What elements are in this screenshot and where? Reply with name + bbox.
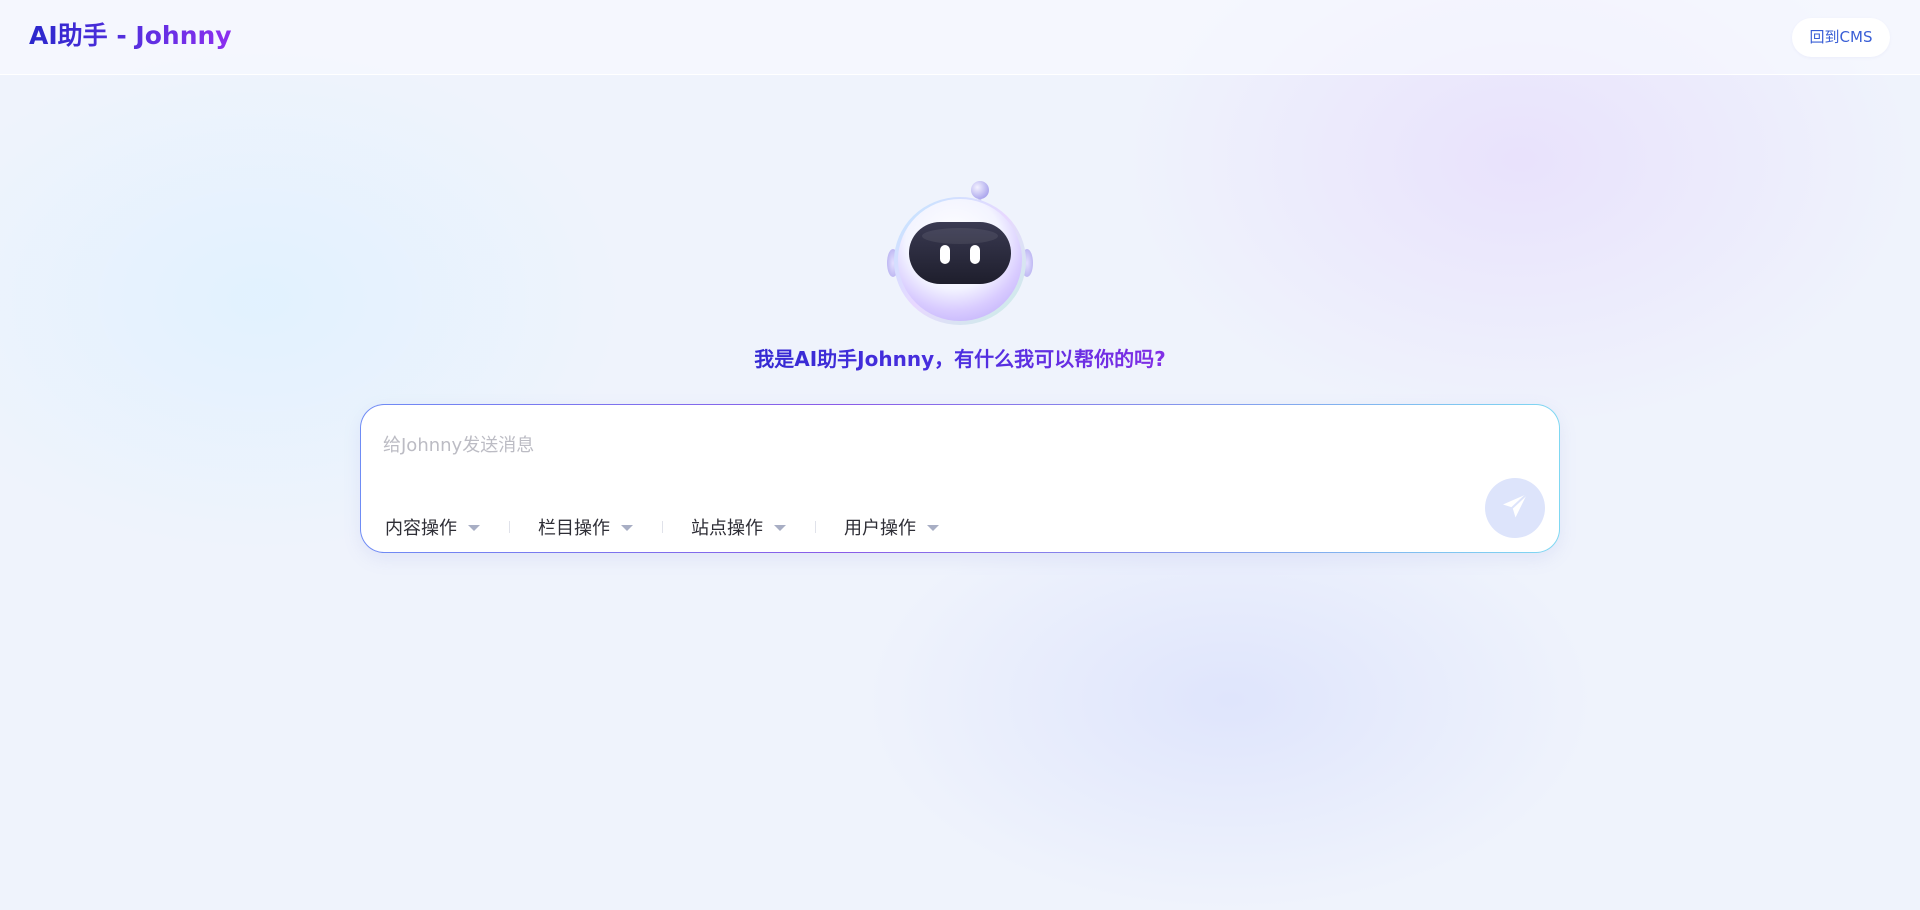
top-header: AI助手 - Johnny 回到CMS — [0, 0, 1920, 75]
menu-column-ops[interactable]: 栏目操作 — [538, 514, 633, 540]
greeting-text: 我是AI助手Johnny，有什么我可以帮你的吗? — [660, 344, 1260, 374]
menu-label: 内容操作 — [385, 518, 457, 539]
operation-menus: 内容操作 栏目操作 站点操作 用户操作 — [385, 513, 939, 541]
menu-user-ops[interactable]: 用户操作 — [844, 514, 939, 540]
chevron-down-icon — [774, 525, 786, 531]
chevron-down-icon — [468, 525, 480, 531]
send-icon — [1500, 491, 1530, 525]
menu-divider — [662, 521, 663, 533]
menu-divider — [509, 521, 510, 533]
send-button[interactable] — [1485, 478, 1545, 538]
menu-site-ops[interactable]: 站点操作 — [691, 514, 786, 540]
menu-label: 站点操作 — [691, 518, 763, 539]
message-input[interactable] — [383, 425, 1483, 465]
chat-input-card: 内容操作 栏目操作 站点操作 用户操作 — [360, 404, 1560, 553]
menu-label: 用户操作 — [844, 518, 916, 539]
menu-label: 栏目操作 — [538, 518, 610, 539]
back-to-cms-button[interactable]: 回到CMS — [1792, 18, 1890, 57]
app-title: AI助手 - Johnny — [29, 21, 232, 50]
menu-content-ops[interactable]: 内容操作 — [385, 514, 480, 540]
chevron-down-icon — [621, 525, 633, 531]
robot-avatar-icon — [880, 178, 1040, 328]
chevron-down-icon — [927, 525, 939, 531]
menu-divider — [815, 521, 816, 533]
